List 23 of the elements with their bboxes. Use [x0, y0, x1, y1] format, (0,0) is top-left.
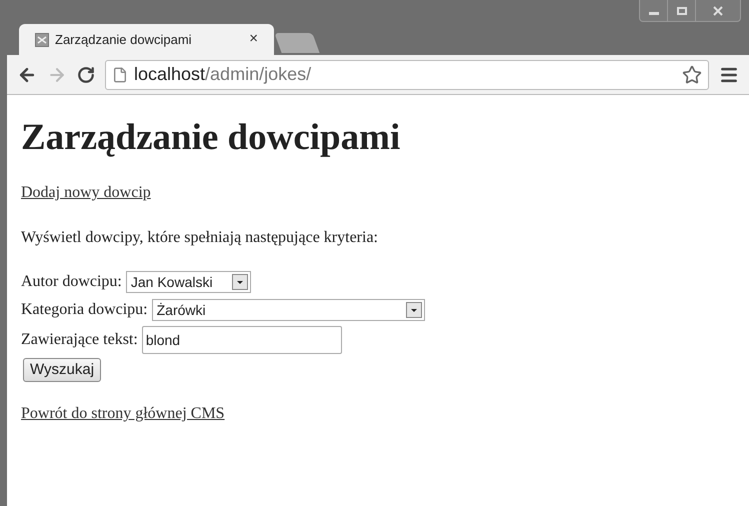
field-label: Autor dowcipu:	[21, 272, 122, 292]
reload-icon[interactable]	[77, 66, 95, 84]
dropdown-value: Żarówki	[156, 300, 207, 320]
new-tab-button[interactable]	[274, 33, 320, 53]
dropdown[interactable]: Żarówki	[152, 299, 425, 322]
address-bar[interactable]: localhost/admin/jokes/	[105, 60, 709, 90]
page-heading: Zarządzanie dowcipami	[21, 116, 402, 160]
intro-text: Wyświetl dowcipy, które spełniają następujące kryteria:	[21, 228, 379, 248]
back-link[interactable]: Powrót do strony głównej CMS	[21, 405, 225, 422]
text-field[interactable]: blond	[142, 326, 342, 354]
document-icon	[112, 66, 128, 82]
star-icon[interactable]	[682, 64, 702, 84]
add-joke-link[interactable]: Dodaj nowy dowcip	[21, 184, 151, 202]
tab-close-button[interactable]: ×	[249, 28, 258, 51]
tab-title: Zarządzanie dowcipami	[55, 30, 192, 49]
dropdown-value: Jan Kowalski	[130, 272, 214, 292]
url-text: localhost/admin/jokes/	[134, 63, 312, 86]
field-label: Kategoria dowcipu:	[21, 300, 148, 320]
browser-tab[interactable]: Zarządzanie dowcipami ×	[19, 24, 274, 55]
search-button[interactable]: Wyszukaj	[23, 358, 102, 382]
page-icon	[35, 32, 49, 46]
dropdown[interactable]: Jan Kowalski	[126, 271, 251, 294]
field-label: Zawierające tekst:	[21, 330, 138, 350]
